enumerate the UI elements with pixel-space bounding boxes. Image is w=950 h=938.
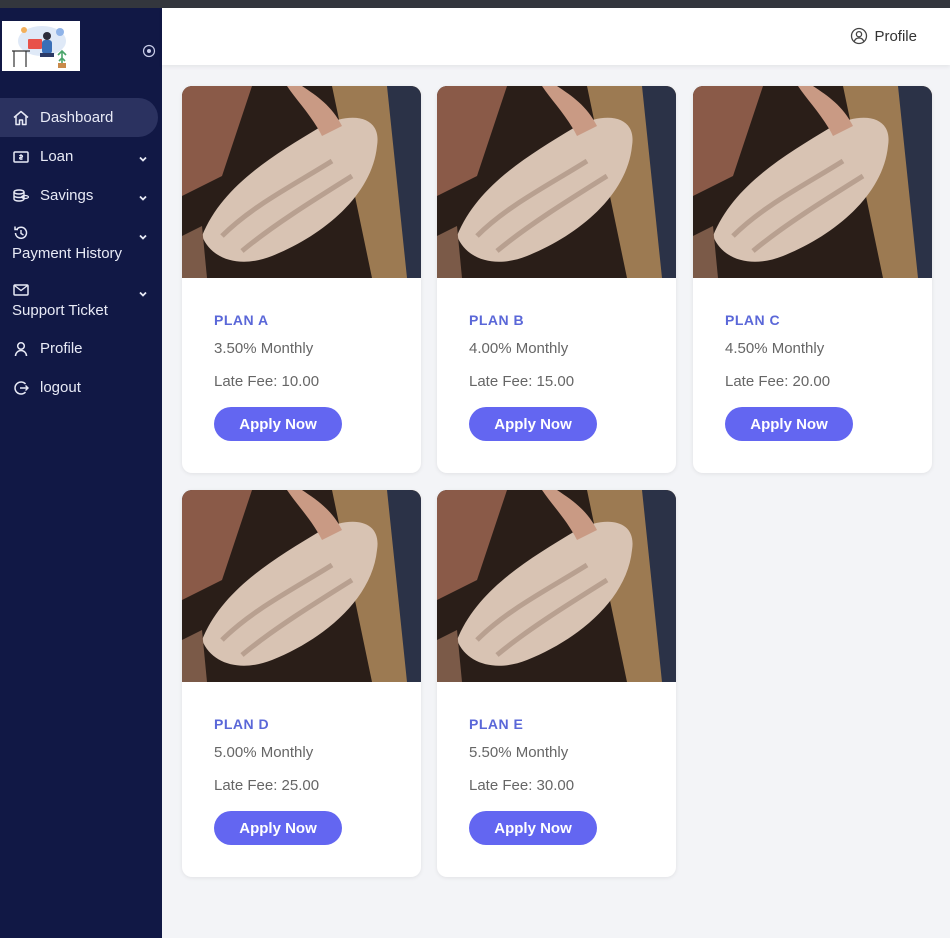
sidebar-item-profile[interactable]: Profile	[0, 329, 162, 368]
chevron-down-icon	[138, 229, 148, 240]
sidebar-item-payment-history[interactable]: Payment History	[0, 215, 162, 272]
sidebar: Dashboard Loan Savings Payment History S…	[0, 8, 162, 938]
plan-rate: 4.50% Monthly	[725, 340, 825, 357]
header-profile-label: Profile	[874, 27, 917, 45]
plan-late-fee: Late Fee: 25.00	[214, 777, 320, 794]
plan-rate: 4.00% Monthly	[469, 340, 569, 357]
logout-icon	[12, 379, 30, 397]
apply-now-button[interactable]: Apply Now	[214, 407, 342, 441]
plan-card: PLAN D 5.00% Monthly Late Fee: 25.00 App…	[182, 490, 421, 877]
plan-name: PLAN A	[214, 312, 269, 328]
savings-icon	[12, 187, 30, 205]
plan-image	[693, 86, 932, 278]
sidebar-nav: Dashboard Loan Savings Payment History S…	[0, 98, 162, 407]
app-logo[interactable]	[2, 21, 80, 71]
sidebar-item-dashboard[interactable]: Dashboard	[0, 98, 158, 137]
apply-now-button[interactable]: Apply Now	[214, 811, 342, 845]
plan-image	[182, 490, 421, 682]
plan-image	[437, 490, 676, 682]
apply-now-button[interactable]: Apply Now	[469, 407, 597, 441]
plan-rate: 3.50% Monthly	[214, 340, 314, 357]
plan-late-fee: Late Fee: 10.00	[214, 373, 320, 390]
plan-name: PLAN E	[469, 716, 524, 732]
sidebar-item-label: Dashboard	[40, 109, 114, 126]
browser-top-strip	[0, 0, 950, 8]
chevron-down-icon	[138, 190, 148, 201]
plan-card: PLAN C 4.50% Monthly Late Fee: 20.00 App…	[693, 86, 932, 473]
user-circle-icon	[850, 27, 868, 45]
plan-card: PLAN B 4.00% Monthly Late Fee: 15.00 App…	[437, 86, 676, 473]
plan-late-fee: Late Fee: 15.00	[469, 373, 575, 390]
plan-name: PLAN D	[214, 716, 270, 732]
sidebar-item-label: logout	[40, 379, 81, 396]
sidebar-item-label: Loan	[40, 148, 74, 165]
plan-rate: 5.00% Monthly	[214, 744, 314, 761]
loan-icon	[12, 148, 30, 166]
plan-card: PLAN A 3.50% Monthly Late Fee: 10.00 App…	[182, 86, 421, 473]
user-icon	[12, 340, 30, 358]
sidebar-item-label: Payment History	[12, 245, 123, 262]
plan-name: PLAN C	[725, 312, 781, 328]
sidebar-item-support-ticket[interactable]: Support Ticket	[0, 272, 162, 329]
chevron-down-icon	[138, 151, 148, 162]
apply-now-button[interactable]: Apply Now	[725, 407, 853, 441]
apply-now-button[interactable]: Apply Now	[469, 811, 597, 845]
plan-rate: 5.50% Monthly	[469, 744, 569, 761]
history-icon	[12, 224, 30, 242]
top-header: Profile	[162, 8, 950, 65]
plan-card: PLAN E 5.50% Monthly Late Fee: 30.00 App…	[437, 490, 676, 877]
home-icon	[12, 109, 30, 127]
sidebar-item-label: Savings	[40, 187, 94, 204]
plan-image	[182, 86, 421, 278]
plan-late-fee: Late Fee: 20.00	[725, 373, 831, 390]
header-profile-link[interactable]: Profile	[850, 27, 917, 45]
chevron-down-icon	[138, 286, 148, 297]
sidebar-item-label: Profile	[40, 340, 83, 357]
sidebar-item-savings[interactable]: Savings	[0, 176, 162, 215]
sidebar-item-logout[interactable]: logout	[0, 368, 162, 407]
plan-name: PLAN B	[469, 312, 525, 328]
sidebar-item-label: Support Ticket	[12, 302, 108, 319]
collapse-sidebar-icon[interactable]	[142, 44, 156, 58]
sidebar-item-loan[interactable]: Loan	[0, 137, 162, 176]
plan-late-fee: Late Fee: 30.00	[469, 777, 575, 794]
plan-image	[437, 86, 676, 278]
mail-icon	[12, 281, 30, 299]
